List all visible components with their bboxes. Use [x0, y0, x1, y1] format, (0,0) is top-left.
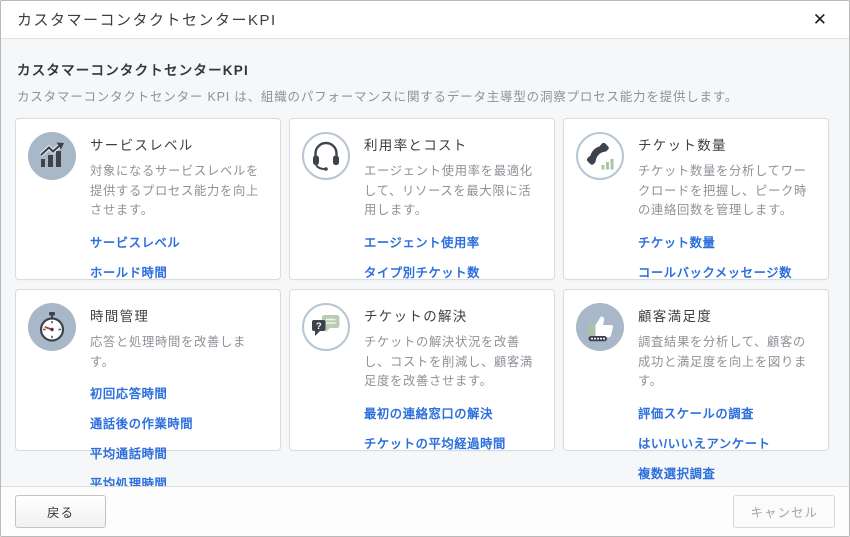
card-content: 時間管理 応答と処理時間を改善します。 初回応答時間通話後の作業時間平均通話時間…: [90, 303, 268, 486]
card-links: 初回応答時間通話後の作業時間平均通話時間平均処理時間: [90, 384, 268, 486]
dialog-title: カスタマーコンタクトセンターKPI: [17, 9, 277, 30]
card-link[interactable]: 最初の連絡窓口の解決: [364, 404, 542, 422]
back-button[interactable]: 戻る: [15, 495, 106, 528]
close-icon[interactable]: ✕: [809, 7, 831, 32]
card-description: チケット数量を分析してワークロードを把握し、ピーク時の連絡回数を管理します。: [638, 162, 816, 221]
card-link[interactable]: チケットの平均経過時間: [364, 434, 542, 452]
kpi-dialog: カスタマーコンタクトセンターKPI ✕ カスタマーコンタクトセンターKPI カス…: [0, 0, 850, 537]
svg-text:?: ?: [316, 321, 322, 332]
card-link[interactable]: タイプ別チケット数: [364, 263, 542, 281]
dialog-footer: 戻る キャンセル: [1, 486, 849, 536]
card-link[interactable]: サービスレベル: [90, 233, 268, 251]
dialog-titlebar: カスタマーコンタクトセンターKPI ✕: [1, 1, 849, 39]
card-link[interactable]: 平均通話時間: [90, 444, 268, 462]
cancel-button[interactable]: キャンセル: [733, 495, 835, 528]
section-title: カスタマーコンタクトセンターKPI: [17, 59, 835, 79]
card-link[interactable]: 通話後の作業時間: [90, 414, 268, 432]
card-description: エージェント使用率を最適化して、リソースを最大限に活用します。: [364, 162, 542, 221]
card-link[interactable]: はい/いいえアンケート: [638, 434, 816, 452]
kpi-card: 時間管理 応答と処理時間を改善します。 初回応答時間通話後の作業時間平均通話時間…: [15, 289, 281, 451]
stopwatch-icon: [28, 303, 76, 351]
card-title: 顧客満足度: [638, 305, 816, 325]
card-link[interactable]: ホールド時間: [90, 263, 268, 281]
dialog-body: カスタマーコンタクトセンターKPI カスタマーコンタクトセンター KPI は、組…: [1, 39, 849, 486]
card-link[interactable]: チケット数量: [638, 233, 816, 251]
card-link[interactable]: 評価スケールの調査: [638, 404, 816, 422]
card-title: 時間管理: [90, 305, 268, 325]
chat-question-icon: ?: [302, 303, 350, 351]
card-link[interactable]: 平均処理時間: [90, 474, 268, 486]
card-title: サービスレベル: [90, 134, 268, 154]
card-link[interactable]: エージェント使用率: [364, 233, 542, 251]
card-description: 調査結果を分析して、顧客の成功と満足度を向上を図ります。: [638, 333, 816, 392]
card-links: 最初の連絡窓口の解決チケットの平均経過時間: [364, 404, 542, 452]
card-link[interactable]: コールバックメッセージ数: [638, 263, 816, 281]
kpi-card: サービスレベル 対象になるサービスレベルを提供するプロセス能力を向上させます。 …: [15, 118, 281, 280]
phone-volume-icon: [576, 132, 624, 180]
card-links: 評価スケールの調査はい/いいえアンケート複数選択調査: [638, 404, 816, 482]
card-link[interactable]: 初回応答時間: [90, 384, 268, 402]
card-description: 対象になるサービスレベルを提供するプロセス能力を向上させます。: [90, 162, 268, 221]
card-link[interactable]: 複数選択調査: [638, 464, 816, 482]
card-title: チケット数量: [638, 134, 816, 154]
kpi-card: チケット数量 チケット数量を分析してワークロードを把握し、ピーク時の連絡回数を管…: [563, 118, 829, 280]
card-description: 応答と処理時間を改善します。: [90, 333, 268, 372]
section-description: カスタマーコンタクトセンター KPI は、組織のパフォーマンスに関するデータ主導…: [17, 86, 835, 105]
card-content: 顧客満足度 調査結果を分析して、顧客の成功と満足度を向上を図ります。 評価スケー…: [638, 303, 816, 482]
kpi-card: 顧客満足度 調査結果を分析して、顧客の成功と満足度を向上を図ります。 評価スケー…: [563, 289, 829, 451]
card-description: チケットの解決状況を改善し、コストを削減し、顧客満足度を改善させます。: [364, 333, 542, 392]
kpi-card-grid: サービスレベル 対象になるサービスレベルを提供するプロセス能力を向上させます。 …: [15, 118, 835, 451]
card-title: 利用率とコスト: [364, 134, 542, 154]
bar-chart-trend-icon: [28, 132, 76, 180]
headset-icon: [302, 132, 350, 180]
kpi-card: 利用率とコスト エージェント使用率を最適化して、リソースを最大限に活用します。 …: [289, 118, 555, 280]
thumbs-up-icon: [576, 303, 624, 351]
card-title: チケットの解決: [364, 305, 542, 325]
card-content: チケット数量 チケット数量を分析してワークロードを把握し、ピーク時の連絡回数を管…: [638, 132, 816, 311]
kpi-card: ? チケットの解決 チケットの解決状況を改善し、コストを削減し、顧客満足度を改善…: [289, 289, 555, 451]
card-content: チケットの解決 チケットの解決状況を改善し、コストを削減し、顧客満足度を改善させ…: [364, 303, 542, 452]
